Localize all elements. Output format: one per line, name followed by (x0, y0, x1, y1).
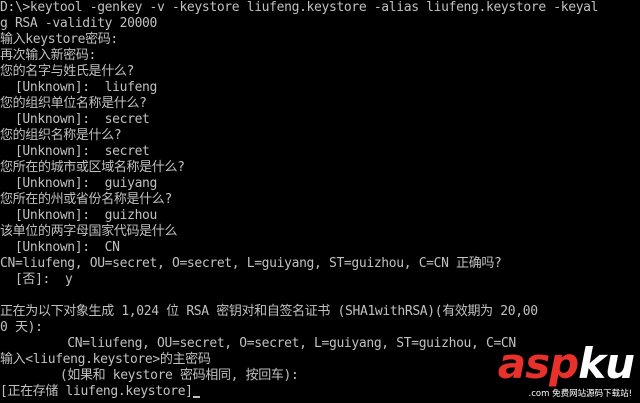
console-line-answer-country: [Unknown]: CN (0, 240, 120, 255)
console-line-prompt-city: 您所在的城市或区域名称是什么? (0, 160, 185, 175)
console-line-master-hint: (如果和 keystore 密码相同, 按回车): (0, 368, 299, 383)
console-line-confirm: CN=liufeng, OU=secret, O=secret, L=guiya… (0, 256, 502, 271)
console-line-prompt-name: 您的名字与姓氏是什么? (0, 64, 134, 79)
console-line-dname: CN=liufeng, OU=secret, O=secret, L=guiya… (0, 336, 516, 351)
watermark-logo: aspku (498, 343, 635, 385)
console-line-prompt-country: 该单位的两字母国家代码是什么 (0, 224, 178, 239)
console-line-generating-cont: 0 天): (0, 320, 43, 335)
console-line-confirm-answer: [否]: y (0, 272, 73, 287)
console-line-command: D:\>keytool -genkey -v -keystore liufeng… (0, 0, 599, 15)
watermark-logo-part2: ku (578, 339, 635, 388)
console-line-answer-name: [Unknown]: liufeng (0, 80, 158, 95)
watermark-tagline: .com 免费网站源码下载站! (529, 387, 632, 399)
console-line-prompt-state: 您所在的州或省份名称是什么? (0, 192, 172, 207)
console-line-reenter-pass: 再次输入新密码: (0, 48, 97, 63)
console-window[interactable]: D:\>keytool -genkey -v -keystore liufeng… (0, 0, 640, 403)
console-line-master-pass: 输入<liufeng.keystore>的主密码 (0, 352, 211, 367)
console-line-answer-ou: [Unknown]: secret (0, 112, 150, 127)
console-storing-text: [正在存储 liufeng.keystore] (0, 384, 193, 399)
console-line-keystore-pass: 输入keystore密码: (0, 32, 118, 47)
console-line-answer-city: [Unknown]: guiyang (0, 176, 158, 191)
watermark-tagline-text: 免费网站源码下载站! (552, 389, 632, 399)
text-cursor (192, 396, 200, 398)
console-line-prompt-org: 您的组织名称是什么? (0, 128, 122, 143)
console-line-command-cont: g RSA -validity 20000 (0, 16, 158, 31)
site-watermark: aspku .com 免费网站源码下载站! (464, 343, 635, 400)
watermark-domain: .com (528, 389, 550, 399)
console-line-answer-state: [Unknown]: guizhou (0, 208, 158, 223)
console-line-prompt-ou: 您的组织单位名称是什么? (0, 96, 147, 111)
console-line-storing: [正在存储 liufeng.keystore] (0, 384, 200, 400)
console-line-generating: 正在为以下对象生成 1,024 位 RSA 密钥对和自签名证书 (SHA1wit… (0, 304, 538, 319)
watermark-logo-part1: asp (497, 339, 579, 388)
console-line-answer-org: [Unknown]: secret (0, 144, 150, 159)
